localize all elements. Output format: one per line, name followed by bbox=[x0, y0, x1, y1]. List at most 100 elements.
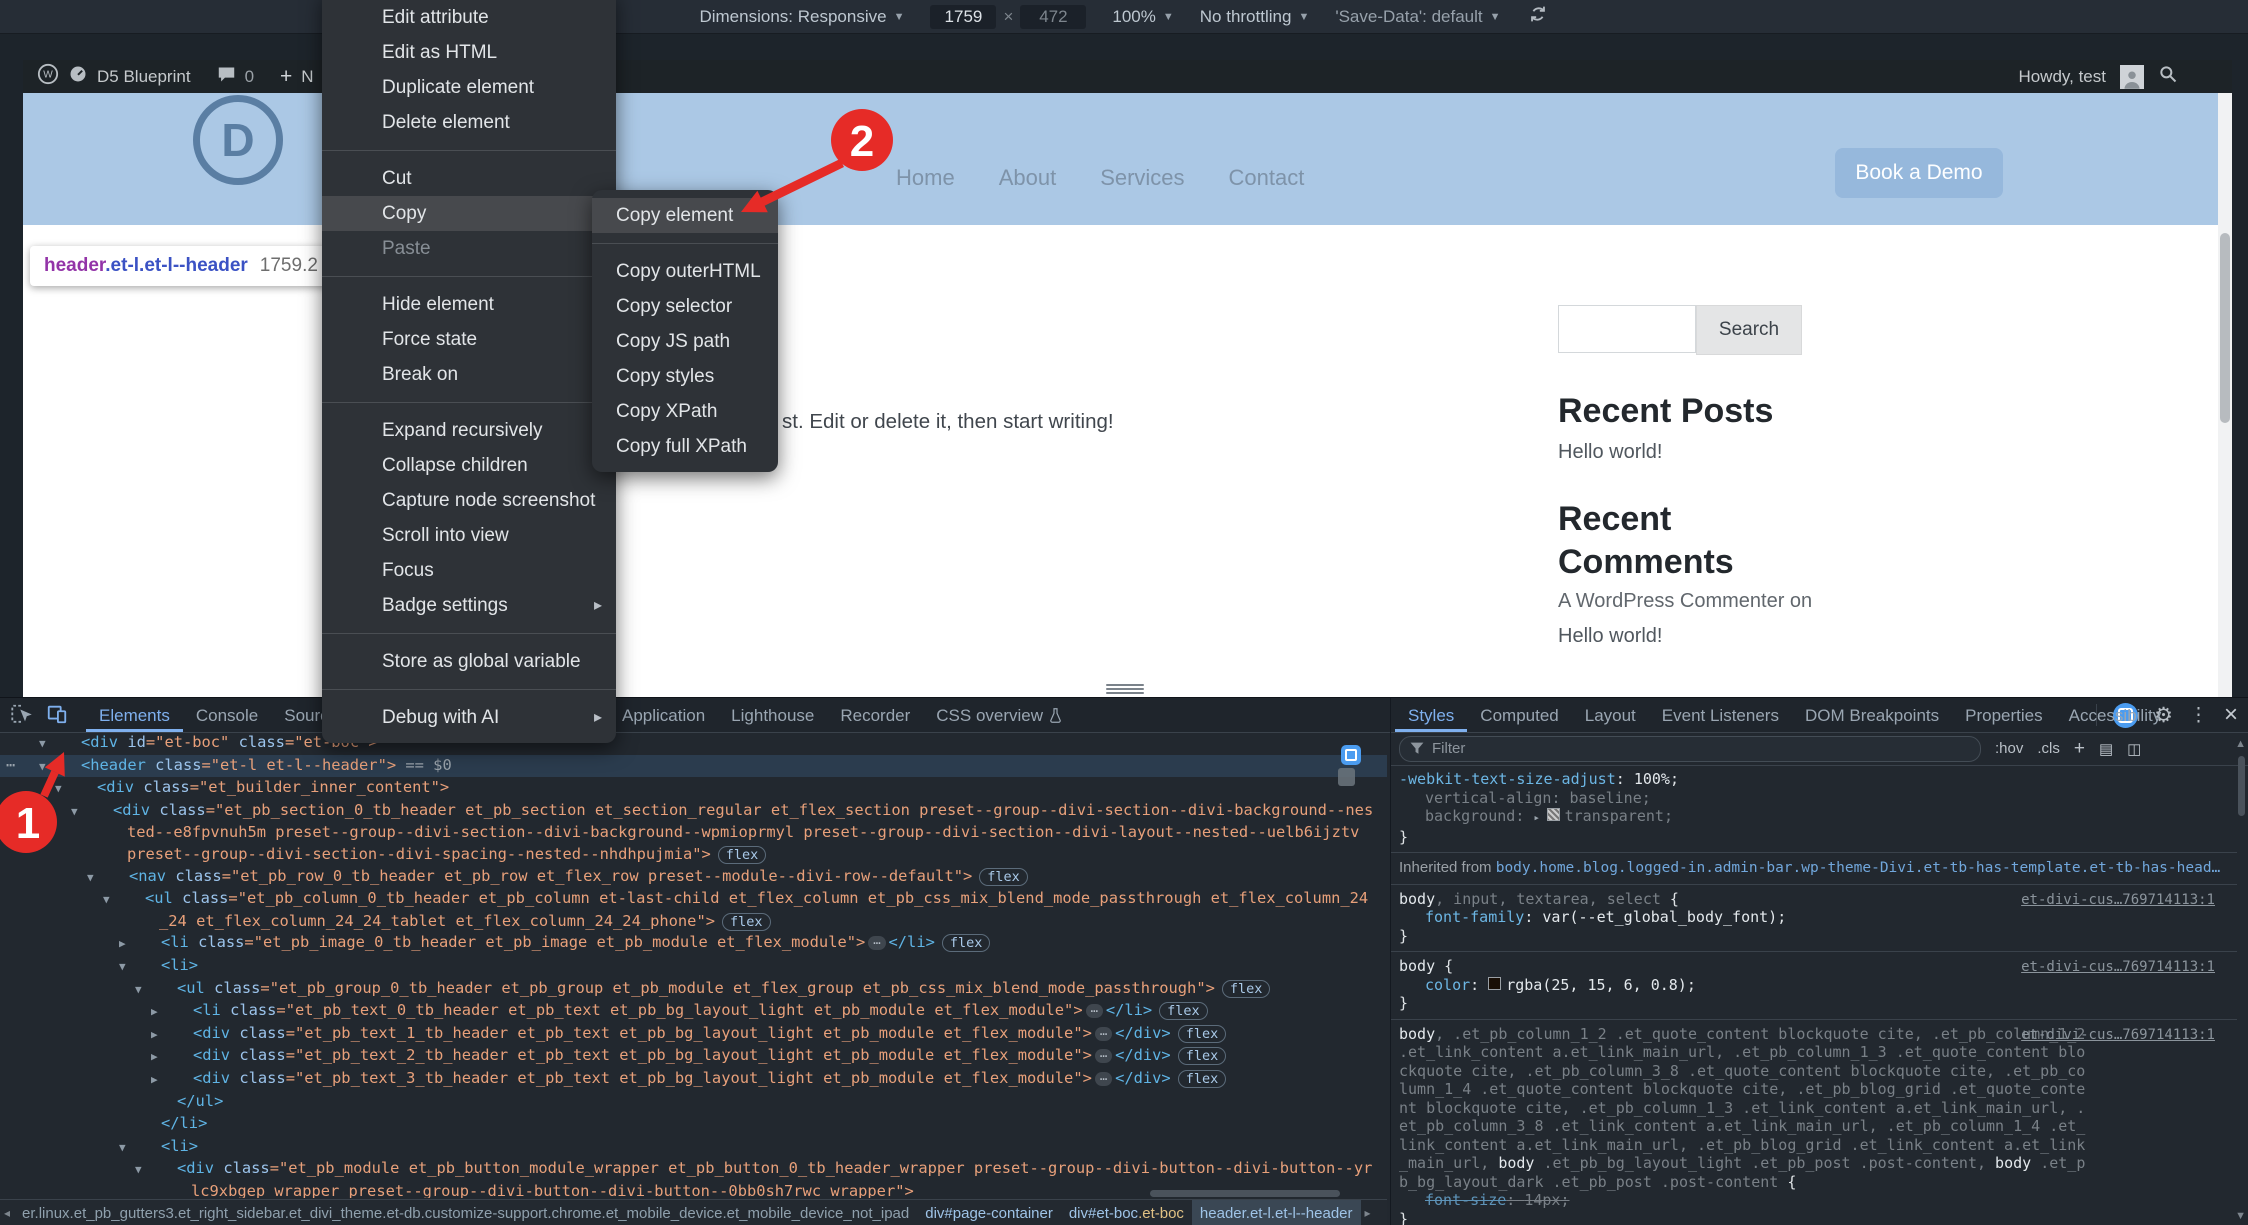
toggle-class-button[interactable]: .cls bbox=[2037, 740, 2060, 757]
dom-tree-row[interactable]: ▼<div class="et_builder_inner_content"> bbox=[0, 777, 1387, 800]
tab-styles[interactable]: Styles bbox=[1395, 698, 1467, 732]
nav-link-home[interactable]: Home bbox=[896, 165, 955, 191]
dimensions-select[interactable]: Dimensions: Responsive▼ bbox=[699, 7, 904, 27]
css-rule-tail[interactable]: -webkit-text-size-adjust: 100%;vertical-… bbox=[1391, 765, 2237, 853]
nav-link-services[interactable]: Services bbox=[1100, 165, 1184, 191]
format-icon[interactable]: ▤ bbox=[2099, 740, 2113, 758]
comment-post-link[interactable]: Hello world! bbox=[1558, 625, 1662, 648]
menu-item-edit-as-html[interactable]: Edit as HTML bbox=[322, 35, 616, 70]
recent-post-link[interactable]: Hello world! bbox=[1558, 441, 1662, 464]
dom-tree-row[interactable]: ▼<ul class="et_pb_group_0_tb_header et_p… bbox=[0, 978, 1387, 1001]
dom-tree-row[interactable]: ▶<div class="et_pb_text_3_tb_header et_p… bbox=[0, 1068, 1387, 1091]
expand-arrow-icon[interactable]: ▶ bbox=[179, 1046, 193, 1068]
breadcrumb-scroll-left-icon[interactable]: ◂ bbox=[0, 1206, 14, 1220]
comments-bubble-icon[interactable] bbox=[217, 66, 236, 88]
dom-tree-row[interactable]: ▼<ul class="et_pb_column_0_tb_header et_… bbox=[0, 888, 1387, 932]
row-actions-icon[interactable]: ⋯ bbox=[6, 755, 15, 777]
menu-item-badge-settings[interactable]: Badge settings▸ bbox=[322, 588, 616, 623]
styles-filter-input[interactable]: Filter bbox=[1399, 736, 1981, 762]
breadcrumb-item[interactable]: div#page-container bbox=[917, 1200, 1061, 1225]
menu-item-copy-xpath[interactable]: Copy XPath bbox=[592, 394, 778, 429]
css-rule[interactable]: et-divi-cus…769714113:1body, .et_pb_colu… bbox=[1391, 1020, 2237, 1225]
expand-arrow-icon[interactable]: ▼ bbox=[131, 889, 145, 911]
menu-item-duplicate-element[interactable]: Duplicate element bbox=[322, 70, 616, 105]
breadcrumb-scroll-right-icon[interactable]: ▸ bbox=[1361, 1206, 1375, 1220]
tab-console[interactable]: Console bbox=[183, 698, 271, 732]
expand-arrow-icon[interactable]: ▼ bbox=[83, 778, 97, 800]
menu-item-copy-selector[interactable]: Copy selector bbox=[592, 289, 778, 324]
menu-item-debug-with-ai[interactable]: Debug with AI▸ bbox=[322, 700, 616, 735]
toggle-hover-state-button[interactable]: :hov bbox=[1995, 740, 2023, 757]
dom-tree-row[interactable]: ▶<li class="et_pb_image_0_tb_header et_p… bbox=[0, 932, 1387, 955]
expand-arrow-icon[interactable]: ▶ bbox=[179, 1001, 193, 1023]
dom-tree-row[interactable]: </li> bbox=[0, 1113, 1387, 1136]
nav-link-contact[interactable]: Contact bbox=[1229, 165, 1305, 191]
menu-item-capture-node-screenshot[interactable]: Capture node screenshot bbox=[322, 483, 616, 518]
rotate-viewport-icon[interactable] bbox=[1527, 3, 1549, 30]
expand-arrow-icon[interactable]: ▼ bbox=[67, 733, 81, 755]
elements-hscrollbar-thumb[interactable] bbox=[1150, 1190, 1340, 1197]
expand-arrow-icon[interactable]: ▼ bbox=[147, 1137, 161, 1159]
dom-tree-row[interactable]: ▶<div class="et_pb_text_1_tb_header et_p… bbox=[0, 1023, 1387, 1046]
menu-item-copy-outerhtml[interactable]: Copy outerHTML bbox=[592, 254, 778, 289]
tab-layout[interactable]: Layout bbox=[1572, 698, 1649, 732]
menu-item-collapse-children[interactable]: Collapse children bbox=[322, 448, 616, 483]
inspect-element-icon[interactable] bbox=[10, 703, 32, 730]
comment-author-link[interactable]: A WordPress Commenter bbox=[1558, 590, 1784, 612]
nav-link-about[interactable]: About bbox=[999, 165, 1057, 191]
expand-arrow-icon[interactable]: ▶ bbox=[147, 933, 161, 955]
howdy-account-link[interactable]: Howdy, test bbox=[2018, 67, 2106, 87]
tab-recorder[interactable]: Recorder bbox=[827, 698, 923, 732]
menu-item-copy-element[interactable]: Copy element bbox=[592, 198, 778, 233]
expand-arrow-icon[interactable]: ▼ bbox=[99, 801, 113, 823]
book-a-demo-button[interactable]: Book a Demo bbox=[1835, 148, 2003, 198]
toggle-pane-icon[interactable]: ◫ bbox=[2127, 740, 2141, 758]
scroll-up-icon[interactable]: ▲ bbox=[2235, 738, 2246, 750]
stylesheet-source-link[interactable]: et-divi-cus…769714113:1 bbox=[2021, 1026, 2215, 1045]
menu-item-copy-full-xpath[interactable]: Copy full XPath bbox=[592, 429, 778, 464]
dom-tree-row[interactable]: ▼<header class="et-l et-l--header"> == $… bbox=[0, 755, 1387, 778]
dom-tree-row[interactable]: ▼<li> bbox=[0, 1136, 1387, 1159]
menu-item-paste[interactable]: Paste bbox=[322, 231, 616, 266]
breadcrumb-item[interactable]: er.linux.et_pb_gutters3.et_right_sidebar… bbox=[14, 1200, 917, 1225]
inherited-selector-link[interactable]: body.home.blog.logged-in.admin-bar.wp-th… bbox=[1496, 860, 2221, 876]
menu-item-cut[interactable]: Cut bbox=[322, 161, 616, 196]
viewport-height-input[interactable]: 472 bbox=[1020, 5, 1086, 29]
expand-arrow-icon[interactable]: ▼ bbox=[115, 867, 129, 889]
new-content-link[interactable]: N bbox=[301, 67, 313, 87]
plus-icon[interactable]: + bbox=[280, 65, 292, 89]
new-style-rule-button[interactable]: + bbox=[2074, 738, 2085, 760]
menu-item-edit-attribute[interactable]: Edit attribute bbox=[322, 0, 616, 35]
throttling-select[interactable]: No throttling▼ bbox=[1200, 7, 1310, 27]
stylesheet-source-link[interactable]: et-divi-cus…769714113:1 bbox=[2021, 958, 2215, 977]
page-scrollbar[interactable] bbox=[2218, 93, 2232, 697]
menu-item-copy-styles[interactable]: Copy styles bbox=[592, 359, 778, 394]
save-data-select[interactable]: 'Save-Data': default▼ bbox=[1335, 7, 1500, 27]
expand-arrow-icon[interactable]: ▼ bbox=[163, 979, 177, 1001]
sidebar-search-input[interactable] bbox=[1558, 305, 1696, 353]
dom-tree-row[interactable]: </ul> bbox=[0, 1091, 1387, 1114]
expand-arrow-icon[interactable]: ▼ bbox=[67, 756, 81, 778]
menu-item-delete-element[interactable]: Delete element bbox=[322, 105, 616, 140]
sidebar-search-button[interactable]: Search bbox=[1696, 305, 1802, 355]
tab-application[interactable]: Application bbox=[609, 698, 718, 732]
scroll-down-icon[interactable]: ▼ bbox=[2235, 1210, 2246, 1222]
styles-scrollbar-thumb[interactable] bbox=[2238, 756, 2245, 816]
menu-item-force-state[interactable]: Force state▸ bbox=[322, 322, 616, 357]
avatar[interactable] bbox=[2120, 65, 2144, 89]
tab-properties[interactable]: Properties bbox=[1952, 698, 2055, 732]
css-rule[interactable]: et-divi-cus…769714113:1body {color: rgba… bbox=[1391, 952, 2237, 1020]
zoom-select[interactable]: 100%▼ bbox=[1112, 7, 1173, 27]
menu-item-copy[interactable]: Copy▸ bbox=[322, 196, 616, 231]
menu-item-store-as-global-variable[interactable]: Store as global variable bbox=[322, 644, 616, 679]
divi-logo[interactable]: D bbox=[193, 95, 283, 185]
toggle-device-toolbar-icon[interactable] bbox=[46, 703, 68, 730]
dom-tree-row[interactable]: ▼<div id="et-boc" class="et-boc"> bbox=[0, 732, 1387, 755]
css-rule[interactable]: et-divi-cus…769714113:1body, input, text… bbox=[1391, 885, 2237, 953]
site-name-link[interactable]: D5 Blueprint bbox=[97, 67, 191, 87]
panel-badge-icon[interactable] bbox=[1338, 768, 1355, 786]
dom-tree-row[interactable]: ▼<div class="et_pb_section_0_tb_header e… bbox=[0, 800, 1387, 866]
menu-item-hide-element[interactable]: Hide element bbox=[322, 287, 616, 322]
stylesheet-source-link[interactable]: et-divi-cus…769714113:1 bbox=[2021, 891, 2215, 910]
menu-item-copy-js-path[interactable]: Copy JS path bbox=[592, 324, 778, 359]
